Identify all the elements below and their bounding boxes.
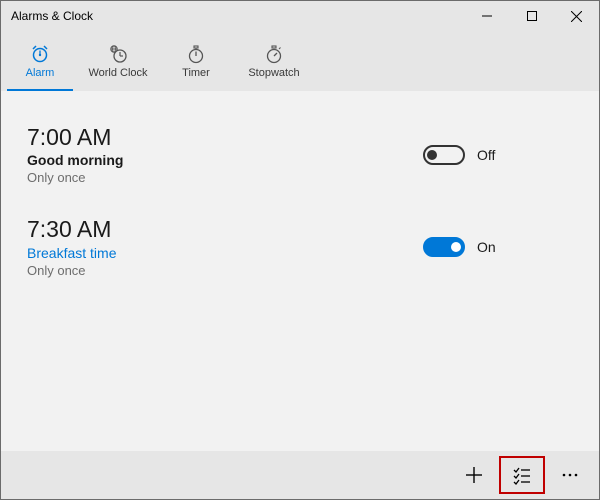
stopwatch-icon bbox=[264, 44, 284, 64]
tab-label: Stopwatch bbox=[248, 67, 299, 79]
app-window: Alarms & Clock Alarm World Clock bbox=[0, 0, 600, 500]
tab-timer[interactable]: Timer bbox=[157, 31, 235, 91]
add-button[interactable] bbox=[451, 456, 497, 494]
world-clock-icon bbox=[108, 44, 128, 64]
minimize-icon bbox=[482, 11, 492, 21]
window-title: Alarms & Clock bbox=[11, 9, 93, 23]
alarm-time: 7:00 AM bbox=[27, 125, 423, 150]
alarm-toggle-group: On bbox=[423, 237, 573, 257]
tab-world-clock[interactable]: World Clock bbox=[79, 31, 157, 91]
alarm-toggle-group: Off bbox=[423, 145, 573, 165]
select-button[interactable] bbox=[499, 456, 545, 494]
minimize-button[interactable] bbox=[464, 1, 509, 31]
toggle-state-label: Off bbox=[477, 147, 495, 163]
alarm-list: 7:00 AM Good morning Only once Off 7:30 … bbox=[1, 91, 599, 451]
maximize-button[interactable] bbox=[509, 1, 554, 31]
alarm-toggle[interactable] bbox=[423, 145, 465, 165]
close-button[interactable] bbox=[554, 1, 599, 31]
alarm-repeat: Only once bbox=[27, 263, 423, 278]
more-button[interactable] bbox=[547, 456, 593, 494]
alarm-info: 7:30 AM Breakfast time Only once bbox=[27, 217, 423, 277]
tab-stopwatch[interactable]: Stopwatch bbox=[235, 31, 313, 91]
more-icon bbox=[560, 465, 580, 485]
plus-icon bbox=[464, 465, 484, 485]
alarm-icon bbox=[30, 44, 50, 64]
select-list-icon bbox=[512, 465, 532, 485]
titlebar: Alarms & Clock bbox=[1, 1, 599, 31]
toggle-knob bbox=[427, 150, 437, 160]
tab-alarm[interactable]: Alarm bbox=[1, 31, 79, 91]
toggle-state-label: On bbox=[477, 239, 496, 255]
alarm-toggle[interactable] bbox=[423, 237, 465, 257]
alarm-name: Good morning bbox=[27, 152, 423, 168]
maximize-icon bbox=[527, 11, 537, 21]
timer-icon bbox=[186, 44, 206, 64]
tab-label: Timer bbox=[182, 67, 210, 79]
alarm-repeat: Only once bbox=[27, 170, 423, 185]
alarm-name: Breakfast time bbox=[27, 245, 423, 261]
toggle-knob bbox=[451, 242, 461, 252]
window-controls bbox=[464, 1, 599, 31]
alarm-time: 7:30 AM bbox=[27, 217, 423, 242]
alarm-info: 7:00 AM Good morning Only once bbox=[27, 125, 423, 185]
tab-label: World Clock bbox=[88, 67, 147, 79]
alarm-item[interactable]: 7:00 AM Good morning Only once Off bbox=[27, 111, 573, 203]
alarm-item[interactable]: 7:30 AM Breakfast time Only once On bbox=[27, 203, 573, 295]
close-icon bbox=[571, 11, 582, 22]
tab-strip: Alarm World Clock Timer Stopwatch bbox=[1, 31, 599, 91]
command-bar bbox=[1, 451, 599, 499]
tab-label: Alarm bbox=[26, 67, 55, 79]
